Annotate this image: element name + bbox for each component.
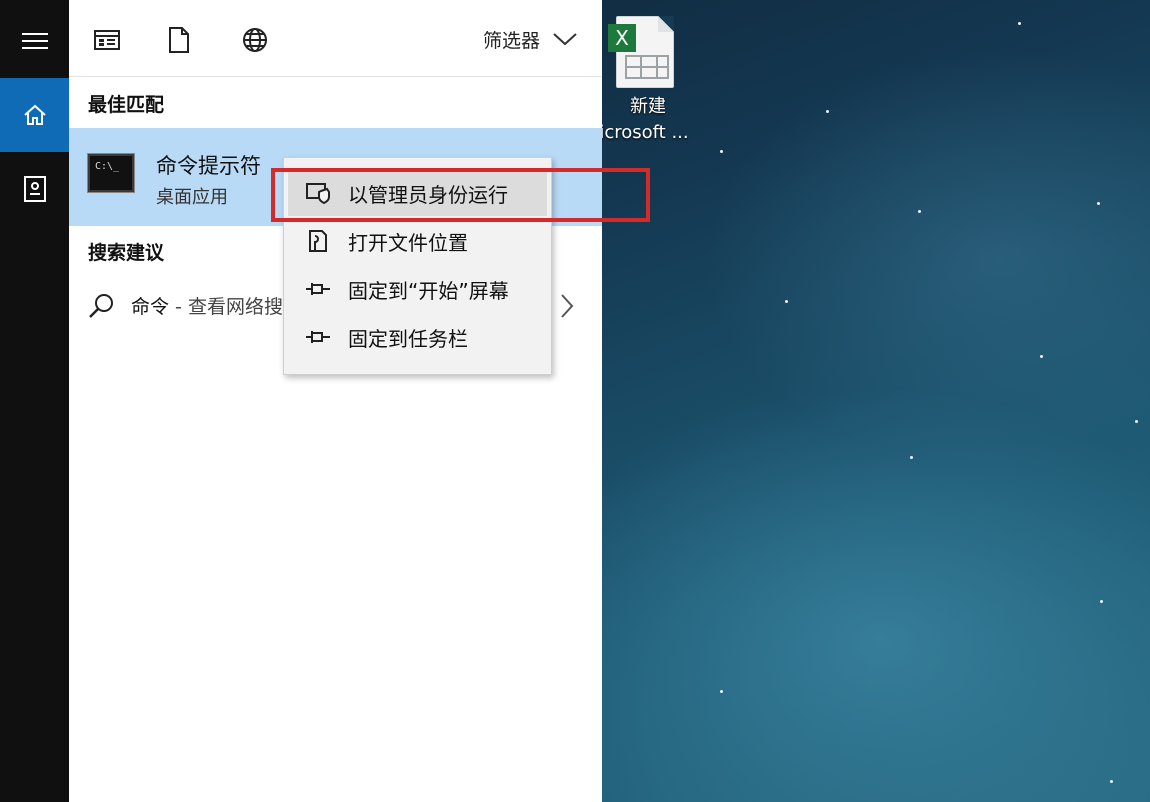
menu-item-label: 固定到“开始”屏幕 [348, 278, 509, 303]
command-prompt-icon-text: C:\_ [95, 161, 120, 172]
star [720, 150, 723, 153]
star [785, 300, 788, 303]
suggestion-text: 命令 - 查看网络搜 [131, 292, 283, 319]
excel-badge-icon: X [608, 24, 636, 52]
caption-line-2: icrosoft ... [599, 122, 689, 143]
star [1097, 202, 1100, 205]
suggestion-query: 命令 [131, 296, 170, 318]
document-icon [169, 27, 189, 53]
chevron-down-icon [553, 33, 577, 46]
start-left-rail [0, 0, 69, 802]
desktop-icon-new-excel[interactable]: X 新建 icrosoft ... [598, 14, 698, 154]
apps-icon [94, 30, 120, 50]
highlight-annotation-box [271, 168, 650, 222]
search-icon [89, 294, 113, 318]
menu-item-open-file-location[interactable]: 打开文件位置 [288, 218, 547, 264]
search-panel: 筛选器 最佳匹配 C:\_ 命令提示符 桌面应用 搜索建议 命令 - 查看网络搜 [69, 0, 602, 802]
menu-item-label: 打开文件位置 [348, 230, 468, 255]
hamburger-menu-icon [21, 33, 48, 49]
star [918, 210, 921, 213]
documents-button[interactable] [0, 152, 69, 226]
home-button[interactable] [0, 78, 69, 152]
web-icon [243, 28, 267, 52]
filter-label: 筛选器 [482, 29, 540, 52]
suggestions-heading: 搜索建议 [88, 242, 165, 264]
home-icon [23, 104, 46, 125]
star [1135, 420, 1138, 423]
apps-filter-button[interactable] [91, 24, 123, 56]
suggestion-hint: 查看网络搜 [187, 296, 283, 318]
star [1110, 780, 1113, 783]
star [1018, 22, 1021, 25]
caption-line-1: 新建 [630, 96, 666, 117]
pin-icon [306, 283, 330, 295]
documents-icon [23, 176, 46, 202]
search-toolbar: 筛选器 [69, 0, 602, 77]
star [826, 110, 829, 113]
documents-filter-button[interactable] [163, 24, 195, 56]
result-app-type: 桌面应用 [156, 187, 228, 208]
menu-item-label: 固定到任务栏 [348, 326, 468, 351]
menu-item-pin-to-start[interactable]: 固定到“开始”屏幕 [288, 266, 547, 312]
best-match-heading: 最佳匹配 [88, 94, 165, 116]
filter-dropdown[interactable]: 筛选器 [483, 24, 578, 54]
folder-location-icon [309, 230, 327, 252]
chevron-right-icon[interactable] [557, 292, 577, 320]
result-app-name: 命令提示符 [156, 154, 261, 178]
hamburger-menu-button[interactable] [0, 4, 69, 78]
web-filter-button[interactable] [239, 24, 271, 56]
command-prompt-icon: C:\_ [88, 154, 134, 192]
pin-icon [306, 331, 330, 343]
star [910, 456, 913, 459]
desktop-icon-caption: 新建 icrosoft ... [598, 94, 698, 146]
star [1100, 600, 1103, 603]
suggestion-separator: - [169, 296, 188, 318]
star [720, 690, 723, 693]
menu-item-pin-to-taskbar[interactable]: 固定到任务栏 [288, 314, 547, 360]
star [1040, 355, 1043, 358]
